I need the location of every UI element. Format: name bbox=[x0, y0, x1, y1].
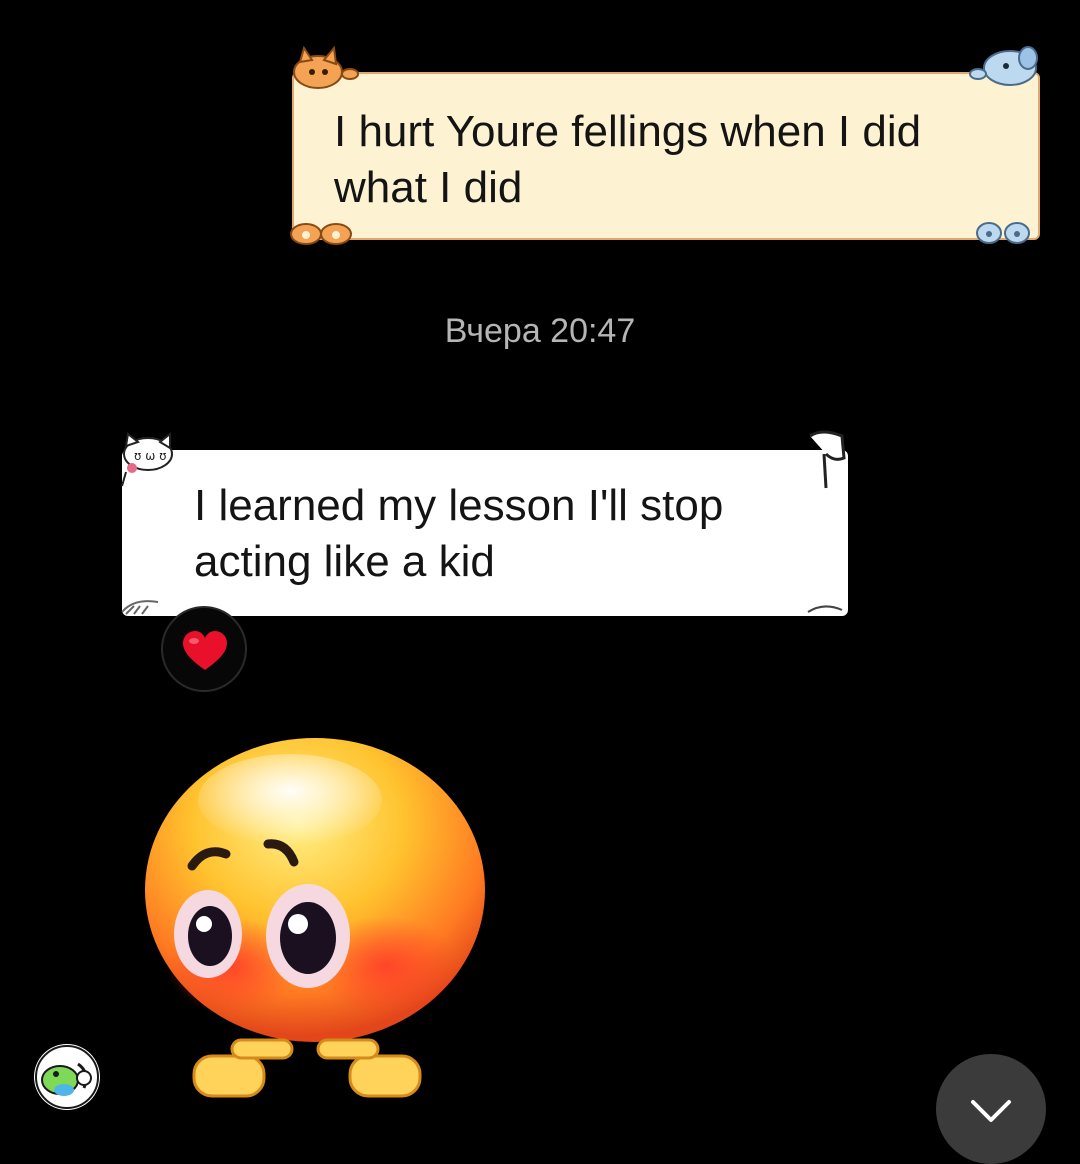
avatar-image bbox=[35, 1045, 99, 1109]
paw-sketch-decoration-icon bbox=[809, 430, 846, 489]
chevron-down-icon bbox=[971, 1100, 1011, 1122]
svg-text:ʊ ω ʊ: ʊ ω ʊ bbox=[134, 449, 167, 463]
shy-emoji-sticker[interactable] bbox=[140, 738, 490, 1102]
incoming-message-bubble[interactable]: I learned my lesson I'll stop acting lik… bbox=[122, 450, 848, 616]
message-timestamp: Вчера 20:47 bbox=[444, 312, 636, 350]
paw-sketch-decoration-icon bbox=[121, 600, 159, 615]
heart-reaction[interactable] bbox=[161, 606, 247, 692]
outgoing-message-text: I hurt Youre fellings when I did what I … bbox=[334, 107, 922, 212]
paw-sketch-decoration-icon bbox=[807, 605, 843, 613]
paw-decoration-icon bbox=[976, 222, 1030, 244]
scroll-down-button[interactable] bbox=[936, 1054, 1046, 1164]
outgoing-message-bubble[interactable]: I hurt Youre fellings when I did what I … bbox=[292, 72, 1040, 240]
dog-decoration-icon bbox=[969, 46, 1038, 86]
pointing-hands bbox=[192, 1038, 422, 1098]
incoming-message-text: I learned my lesson I'll stop acting lik… bbox=[194, 481, 724, 586]
cat-decoration-icon bbox=[293, 46, 359, 89]
sender-avatar[interactable] bbox=[34, 1044, 100, 1110]
heart-icon bbox=[183, 631, 227, 670]
paw-decoration-icon bbox=[290, 223, 352, 245]
cat-sketch-decoration-icon: ʊ ω ʊ bbox=[121, 432, 173, 487]
